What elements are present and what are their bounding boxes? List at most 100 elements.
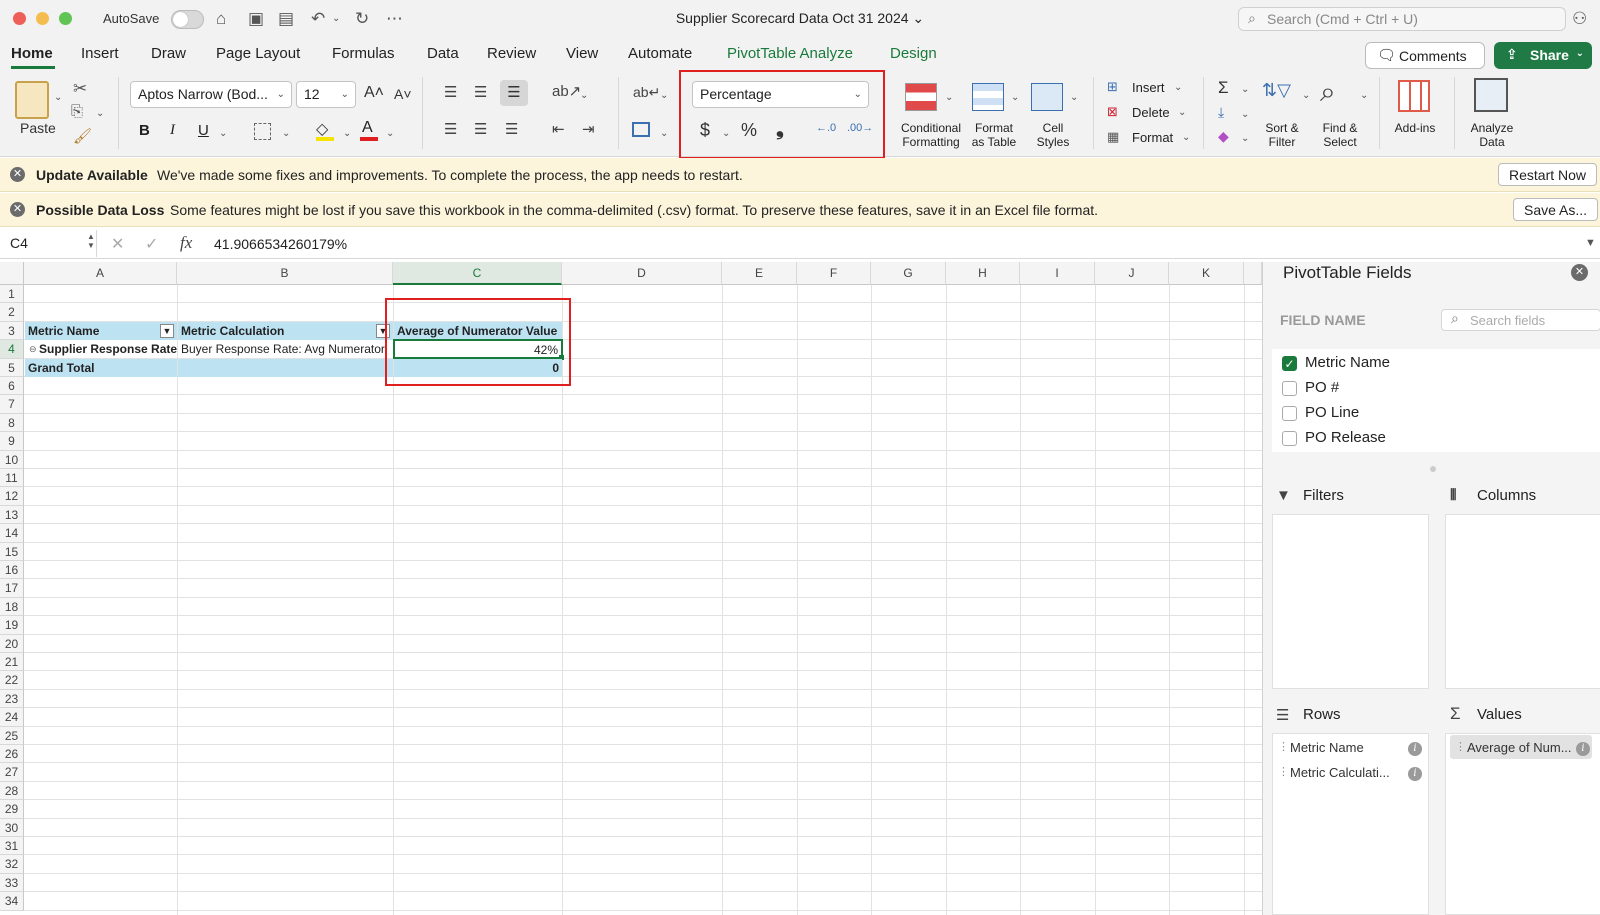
bold-icon[interactable]: B [139, 122, 150, 139]
pane-resize-handle[interactable] [1430, 466, 1436, 472]
underline-dropdown-icon[interactable]: ⌄ [219, 128, 227, 139]
sort-filter-dropdown-icon[interactable]: ⌄ [1302, 90, 1310, 101]
decrease-indent-icon[interactable]: ⇤ [552, 120, 565, 138]
tab-view[interactable]: View [566, 45, 598, 62]
tab-insert[interactable]: Insert [81, 45, 119, 62]
row-header[interactable]: 29 [0, 800, 24, 819]
row-header[interactable]: 13 [0, 505, 24, 525]
column-header-a[interactable]: A [24, 262, 177, 285]
align-right-icon[interactable]: ☰ [505, 120, 518, 138]
close-pane-icon[interactable]: ✕ [1571, 264, 1588, 281]
row-header[interactable]: 31 [0, 837, 24, 856]
column-header-g[interactable]: G [871, 262, 946, 285]
row-header[interactable]: 2 [0, 303, 24, 322]
dismiss-icon[interactable]: ✕ [10, 202, 25, 217]
values-drop-area[interactable]: ⋮ Average of Num... i [1445, 733, 1600, 915]
row-header[interactable]: 33 [0, 873, 24, 893]
pivot-row-calculation[interactable]: Buyer Response Rate: Avg Numerator [178, 340, 393, 358]
row-header[interactable]: 15 [0, 542, 24, 561]
info-icon[interactable]: i [1408, 767, 1422, 781]
rows-item[interactable]: Metric Calculati... [1290, 765, 1390, 780]
row-header[interactable]: 25 [0, 726, 24, 745]
account-icon[interactable]: ⚇ [1572, 9, 1587, 29]
align-top-icon[interactable]: ☰ [444, 83, 457, 101]
tab-design[interactable]: Design [890, 45, 937, 62]
wrap-text-icon[interactable]: ab↵ [633, 84, 660, 101]
sort-filter-icon[interactable]: ⇅▽ [1262, 80, 1291, 101]
row-header[interactable]: 8 [0, 413, 24, 433]
row-header[interactable]: 14 [0, 524, 24, 543]
search-input[interactable]: Search (Cmd + Ctrl + U) [1238, 7, 1566, 31]
fill-color-icon[interactable]: ◇ [316, 119, 328, 139]
find-select-dropdown-icon[interactable]: ⌄ [1360, 90, 1368, 101]
format-painter-icon[interactable]: 🖌 [73, 127, 92, 145]
filters-drop-area[interactable] [1272, 514, 1429, 689]
tab-home[interactable]: Home [11, 45, 53, 62]
add-ins-icon[interactable] [1398, 80, 1430, 112]
font-color-icon[interactable]: A [362, 119, 373, 137]
orientation-dropdown-icon[interactable]: ⌄ [580, 90, 588, 101]
fill-color-dropdown-icon[interactable]: ⌄ [343, 128, 351, 139]
delete-cells-icon[interactable]: ⊠ [1107, 104, 1118, 120]
decrease-font-size-icon[interactable]: A˅ [394, 86, 412, 102]
column-header-f[interactable]: F [797, 262, 871, 285]
tab-review[interactable]: Review [487, 45, 536, 62]
row-header[interactable]: 34 [0, 892, 24, 911]
filter-dropdown-icon[interactable]: ▼ [160, 324, 174, 338]
columns-drop-area[interactable] [1445, 514, 1600, 689]
increase-font-size-icon[interactable]: A˄ [364, 84, 384, 102]
format-as-table-dropdown-icon[interactable]: ⌄ [1011, 92, 1019, 103]
worksheet-grid[interactable]: A B C D E F G H I J K 1 2 3 4 5 6 7 8 9 10 11 12 13 1… [0, 262, 1262, 915]
drag-handle-icon[interactable]: ⋮ [1455, 740, 1466, 753]
column-header-i[interactable]: I [1020, 262, 1095, 285]
select-all-corner[interactable] [0, 262, 24, 285]
align-left-icon[interactable]: ☰ [444, 120, 457, 138]
align-bottom-icon[interactable]: ☰ [500, 80, 528, 106]
tab-page-layout[interactable]: Page Layout [216, 45, 300, 62]
merge-dropdown-icon[interactable]: ⌄ [660, 128, 668, 139]
paste-icon[interactable] [15, 81, 49, 119]
expand-formula-bar-icon[interactable]: ▼ [1585, 237, 1596, 249]
share-button[interactable]: ⇪ Share ⌄ [1494, 42, 1592, 69]
values-item[interactable]: Average of Num... [1467, 740, 1572, 755]
cell-styles-label[interactable]: Cell Styles [1028, 121, 1078, 149]
cancel-entry-icon[interactable]: ✕ [111, 234, 124, 254]
conditional-formatting-label[interactable]: Conditional Formatting [896, 121, 966, 149]
row-header[interactable]: 11 [0, 469, 24, 488]
format-cells-icon[interactable]: ▦ [1107, 129, 1119, 145]
format-dropdown-icon[interactable]: ⌄ [1182, 132, 1190, 143]
wrap-text-dropdown-icon[interactable]: ⌄ [660, 90, 668, 101]
row-header[interactable]: 21 [0, 653, 24, 672]
italic-icon[interactable]: I [170, 122, 175, 139]
row-header[interactable]: 22 [0, 671, 24, 690]
conditional-formatting-dropdown-icon[interactable]: ⌄ [945, 92, 953, 103]
restart-now-button[interactable]: Restart Now [1498, 163, 1598, 186]
row-header[interactable]: 7 [0, 395, 24, 414]
row-header[interactable]: 17 [0, 579, 24, 598]
info-icon[interactable]: i [1408, 742, 1422, 756]
font-size-dropdown[interactable]: 12 ⌄ [296, 81, 356, 108]
grand-total-label[interactable]: Grand Total [25, 359, 177, 377]
row-header[interactable]: 3 [0, 321, 24, 341]
row-header[interactable]: 28 [0, 781, 24, 801]
drag-handle-icon[interactable]: ⋮ [1278, 740, 1289, 753]
underline-icon[interactable]: U [198, 122, 209, 139]
column-header-c[interactable]: C [393, 262, 562, 285]
field-label[interactable]: PO Release [1305, 429, 1386, 446]
column-header-l[interactable] [1244, 262, 1262, 285]
row-header[interactable]: 6 [0, 377, 24, 396]
analyze-data-icon[interactable] [1474, 78, 1508, 112]
dismiss-icon[interactable]: ✕ [10, 167, 25, 182]
fill-dropdown-icon[interactable]: ⌄ [1241, 109, 1249, 120]
tab-automate[interactable]: Automate [628, 45, 692, 62]
delete-dropdown-icon[interactable]: ⌄ [1178, 107, 1186, 118]
merge-center-icon[interactable] [632, 122, 650, 137]
tab-draw[interactable]: Draw [151, 45, 186, 62]
field-label[interactable]: PO # [1305, 379, 1339, 396]
cut-icon[interactable]: ✂ [73, 79, 87, 99]
row-header[interactable]: 30 [0, 818, 24, 837]
row-header[interactable]: 18 [0, 597, 24, 617]
format-cells-button[interactable]: Format [1132, 130, 1173, 145]
pivot-header-metric-calculation[interactable]: Metric Calculation [178, 322, 393, 340]
row-header[interactable]: 19 [0, 616, 24, 635]
